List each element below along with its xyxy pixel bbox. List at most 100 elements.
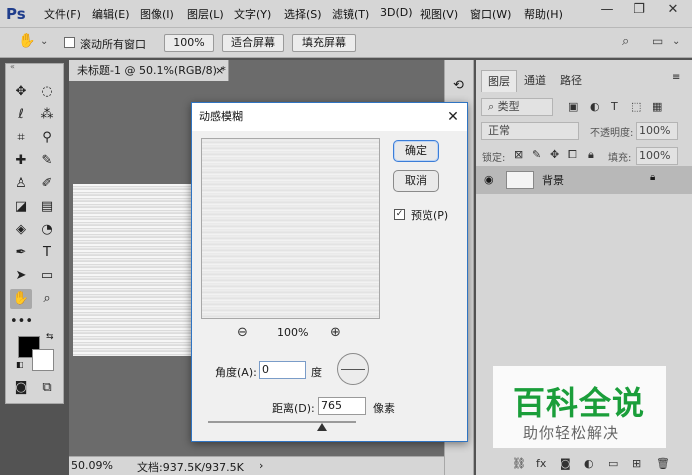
chevron-down-icon[interactable]: ⌄: [672, 36, 680, 47]
preview-checkbox[interactable]: ✓: [394, 209, 405, 220]
lock-paint-icon[interactable]: ✎: [532, 148, 541, 161]
document-tab[interactable]: 未标题-1 @ 50.1%(RGB/8) * ×: [69, 60, 229, 81]
brush-tool-icon[interactable]: ✎: [36, 151, 58, 171]
lock-artboard-icon[interactable]: ⧠: [568, 148, 577, 162]
angle-input[interactable]: 0: [259, 361, 306, 379]
chevron-down-icon[interactable]: ⌄: [40, 36, 48, 47]
zoom-100-button[interactable]: 100%: [164, 34, 214, 52]
quick-mask-icon[interactable]: ◙: [10, 378, 32, 398]
app-logo: Ps: [6, 4, 30, 24]
menu-type[interactable]: 文字(Y): [234, 6, 271, 22]
layer-row-background[interactable]: ◉ 背景 🔒︎: [476, 166, 692, 194]
filter-pixel-icon[interactable]: ▣: [568, 100, 578, 113]
menu-file[interactable]: 文件(F): [44, 6, 81, 22]
document-canvas[interactable]: [73, 184, 193, 356]
screen-mode-icon[interactable]: ⧉: [36, 378, 58, 398]
dialog-title[interactable]: 动感模糊: [192, 103, 467, 131]
status-menu-arrow[interactable]: ›: [259, 459, 263, 472]
angle-indicator: [341, 369, 365, 370]
fx-icon[interactable]: fx: [536, 457, 546, 470]
fit-screen-button[interactable]: 适合屏幕: [222, 34, 284, 52]
link-icon[interactable]: ⛓: [512, 457, 526, 470]
marquee-tool-icon[interactable]: ◌: [36, 82, 58, 102]
zoom-out-icon[interactable]: ⊖: [237, 325, 248, 340]
default-colors-icon[interactable]: ◧: [16, 360, 24, 369]
collapse-icon[interactable]: «: [10, 62, 15, 71]
distance-slider-thumb[interactable]: [317, 423, 327, 431]
adjustment-icon[interactable]: ◐: [584, 457, 594, 470]
panel-menu-icon[interactable]: ≡: [672, 72, 680, 83]
lock-transparent-icon[interactable]: ⊠: [514, 148, 523, 161]
status-zoom[interactable]: 50.09%: [71, 459, 113, 472]
lock-move-icon[interactable]: ✥: [550, 148, 559, 161]
close-button[interactable]: ✕: [660, 0, 686, 20]
angle-dial[interactable]: [337, 353, 369, 385]
eraser-tool-icon[interactable]: ◪: [10, 197, 32, 217]
new-layer-icon[interactable]: ⊞: [632, 457, 641, 470]
layer-kind-filter[interactable]: ⌕ 类型: [481, 98, 553, 116]
blur-tool-icon[interactable]: ◈: [10, 220, 32, 240]
filter-preview[interactable]: [201, 138, 380, 319]
mask-icon[interactable]: ◙: [560, 457, 571, 470]
close-icon[interactable]: ✕: [441, 105, 465, 129]
fill-input[interactable]: 100%: [636, 147, 678, 165]
menu-layer[interactable]: 图层(L): [187, 6, 224, 22]
menu-filter[interactable]: 滤镜(T): [332, 6, 369, 22]
workspace-icon[interactable]: ▭: [652, 34, 663, 48]
tab-channels[interactable]: 通道: [518, 70, 552, 92]
blend-mode-select[interactable]: 正常: [481, 122, 579, 140]
ok-button[interactable]: 确定: [393, 140, 439, 162]
hand-tool-icon[interactable]: ✋: [18, 33, 35, 49]
menu-image[interactable]: 图像(I): [140, 6, 174, 22]
scroll-all-checkbox[interactable]: [64, 37, 75, 48]
lock-all-icon[interactable]: 🔒︎: [588, 148, 594, 162]
menu-help[interactable]: 帮助(H): [524, 6, 563, 22]
filter-shape-icon[interactable]: ⬚: [631, 100, 641, 113]
healing-brush-tool-icon[interactable]: ✚: [10, 151, 32, 171]
type-tool-icon[interactable]: T: [36, 243, 58, 263]
cancel-button[interactable]: 取消: [393, 170, 439, 192]
tab-paths[interactable]: 路径: [554, 70, 588, 92]
magic-wand-tool-icon[interactable]: ⁂: [36, 105, 58, 125]
background-color-swatch[interactable]: [32, 349, 54, 371]
history-brush-tool-icon[interactable]: ✐: [36, 174, 58, 194]
hand-tool-icon[interactable]: ✋: [10, 289, 32, 309]
history-panel-icon[interactable]: ⟲: [453, 78, 464, 93]
folder-icon[interactable]: ▭: [608, 457, 618, 470]
rectangle-tool-icon[interactable]: ▭: [36, 266, 58, 286]
close-icon[interactable]: ×: [215, 60, 224, 81]
layer-name[interactable]: 背景: [542, 172, 564, 188]
search-icon[interactable]: ⌕: [622, 34, 629, 49]
distance-slider-track[interactable]: [208, 421, 356, 423]
fill-screen-button[interactable]: 填充屏幕: [292, 34, 356, 52]
distance-input[interactable]: 765: [318, 397, 366, 415]
path-select-tool-icon[interactable]: ➤: [10, 266, 32, 286]
dodge-tool-icon[interactable]: ◔: [36, 220, 58, 240]
menu-edit[interactable]: 编辑(E): [92, 6, 130, 22]
trash-icon[interactable]: 🗑︎: [656, 457, 670, 470]
menu-select[interactable]: 选择(S): [284, 6, 322, 22]
filter-adjust-icon[interactable]: ◐: [590, 100, 600, 113]
menu-3d[interactable]: 3D(D): [380, 6, 413, 19]
pen-tool-icon[interactable]: ✒: [10, 243, 32, 263]
menu-window[interactable]: 窗口(W): [470, 6, 511, 22]
minimize-button[interactable]: —: [594, 0, 620, 20]
stamp-tool-icon[interactable]: ♙: [10, 174, 32, 194]
eye-icon[interactable]: ◉: [484, 173, 494, 186]
crop-tool-icon[interactable]: ⌗: [10, 128, 32, 148]
zoom-in-icon[interactable]: ⊕: [330, 325, 341, 340]
swap-colors-icon[interactable]: ⇆: [46, 332, 54, 342]
gradient-tool-icon[interactable]: ▤: [36, 197, 58, 217]
restore-button[interactable]: ❐: [626, 0, 652, 20]
filter-type-icon[interactable]: T: [611, 100, 618, 113]
opacity-input[interactable]: 100%: [636, 122, 678, 140]
more-tools-icon[interactable]: •••: [10, 312, 33, 332]
layer-thumbnail: [506, 171, 534, 189]
lasso-tool-icon[interactable]: ℓ: [10, 105, 32, 125]
filter-smart-icon[interactable]: ▦: [652, 100, 662, 113]
zoom-tool-icon[interactable]: ⌕: [36, 289, 58, 309]
tab-layers[interactable]: 图层: [481, 70, 517, 92]
menu-view[interactable]: 视图(V): [420, 6, 458, 22]
move-tool-icon[interactable]: ✥: [10, 82, 32, 102]
eyedropper-tool-icon[interactable]: ⚲: [36, 128, 58, 148]
